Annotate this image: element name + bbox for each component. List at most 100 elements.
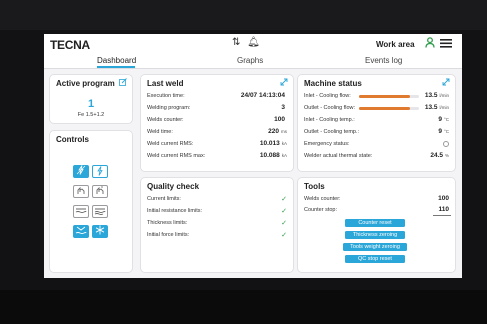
- current-limits-row: Current limits: ✓: [147, 195, 287, 205]
- value-text: 10.088: [259, 152, 280, 159]
- outlet-cooling-flow-row: Outlet - Cooling flow: 13.5 l/min: [304, 104, 449, 114]
- outlet-flow-bar: [359, 107, 419, 110]
- sort-icon[interactable]: ⇅: [232, 37, 240, 48]
- gripper-off-icon[interactable]: [73, 185, 89, 198]
- weld-disable-toggle-icon[interactable]: [73, 165, 89, 178]
- tab-graphs[interactable]: Graphs: [237, 56, 263, 65]
- value-unit: ms: [281, 129, 287, 134]
- row-label: Outlet - Cooling flow:: [304, 105, 356, 111]
- program-number: 1: [87, 98, 95, 110]
- row-value: 10.088 kA: [260, 152, 287, 159]
- row-label: Welds counter:: [304, 196, 341, 202]
- expand-icon[interactable]: [442, 78, 450, 88]
- tecna-logo: TECNA: [50, 38, 90, 52]
- header-icons: ⇅ 🔔︎: [232, 37, 264, 48]
- hmi-screen: TECNA ⇅ 🔔︎ Work area Dashboard Graphs Ev…: [44, 34, 462, 278]
- counter-stop-row: Counter stop: 110: [304, 206, 451, 216]
- tools-weight-zeroing-button[interactable]: Tools weight zeroing: [343, 243, 407, 251]
- row-label: Inlet - Cooling temp.:: [304, 117, 355, 123]
- value-unit: %: [444, 153, 449, 158]
- edit-icon[interactable]: [119, 78, 127, 88]
- snowflake-icon[interactable]: [92, 225, 108, 238]
- value-text: 24.5: [430, 152, 443, 159]
- value-text: 13.5: [424, 92, 438, 99]
- check-icon: ✓: [281, 220, 287, 227]
- row-label: Weld current RMS max:: [147, 153, 206, 159]
- row-value: 13.5 l/min: [425, 92, 449, 99]
- thermal-state-row: Welder actual thermal state: 24.5%: [304, 152, 449, 162]
- value-unit: °C: [443, 129, 449, 134]
- controls-card: Controls: [49, 130, 133, 273]
- row-label: Counter stop:: [304, 207, 338, 213]
- row-value: 24.5%: [430, 152, 449, 159]
- value-unit: l/min: [439, 105, 449, 110]
- thickness-zeroing-button[interactable]: Thickness zeroing: [345, 231, 405, 239]
- cooling-on-icon[interactable]: [92, 205, 108, 218]
- user-icon[interactable]: [425, 37, 435, 51]
- controls-title: Controls: [56, 135, 89, 144]
- cooling-off-icon[interactable]: [73, 205, 89, 218]
- active-program-title: Active program: [56, 79, 115, 88]
- row-value: 9 °C: [438, 116, 449, 123]
- bell-icon[interactable]: 🔔︎: [247, 37, 260, 48]
- row-label: Welds counter:: [147, 117, 184, 123]
- counter-stop-underline: [433, 215, 451, 216]
- tools-title: Tools: [304, 182, 325, 191]
- row-label: Initial resistance limits:: [147, 208, 203, 214]
- machine-status-title: Machine status: [304, 79, 362, 88]
- value-text: 220: [268, 128, 279, 135]
- tab-events-log[interactable]: Events log: [365, 56, 402, 65]
- weld-enable-toggle-icon[interactable]: [92, 165, 108, 178]
- value-text: 9: [438, 128, 442, 135]
- row-label: Execution time:: [147, 93, 185, 99]
- row-value: 100: [438, 195, 449, 202]
- row-label: Inlet - Cooling flow:: [304, 93, 351, 99]
- last-weld-title: Last weld: [147, 79, 184, 88]
- top-bar: TECNA ⇅ 🔔︎ Work area Dashboard Graphs Ev…: [44, 34, 462, 69]
- value-unit: kA: [281, 153, 287, 158]
- inlet-flow-fill: [359, 95, 410, 98]
- row-label: Initial force limits:: [147, 232, 190, 238]
- device-frame: TECNA ⇅ 🔔︎ Work area Dashboard Graphs Ev…: [0, 0, 487, 324]
- program-name: Fe 1.5+1.2: [77, 112, 105, 118]
- row-label: Weld time:: [147, 129, 173, 135]
- value-unit: kA: [281, 141, 287, 146]
- tools-welds-counter-row: Welds counter: 100: [304, 195, 449, 205]
- value-unit: l/min: [439, 93, 449, 98]
- emergency-status-row: Emergency status:: [304, 140, 449, 150]
- water-off-icon[interactable]: [73, 225, 89, 238]
- hamburger-menu-icon[interactable]: [440, 37, 452, 51]
- machine-status-card: Machine status Inlet - Cooling flow: 13.…: [297, 74, 456, 172]
- row-value: 3: [281, 104, 287, 111]
- quality-check-title: Quality check: [147, 182, 200, 191]
- row-value: 24/07 14:13:04: [241, 92, 287, 99]
- work-area-button[interactable]: Work area: [376, 40, 415, 49]
- active-program-card[interactable]: Active program 1 Fe 1.5+1.2: [49, 74, 133, 124]
- weld-current-rms-max-row: Weld current RMS max: 10.088 kA: [147, 152, 287, 162]
- row-value: 9 °C: [438, 128, 449, 135]
- emergency-status-indicator: [443, 141, 449, 147]
- row-value: 10.013 kA: [260, 140, 287, 147]
- row-label: Weld current RMS:: [147, 141, 194, 147]
- row-value: 220 ms: [268, 128, 287, 135]
- expand-icon[interactable]: [280, 78, 288, 88]
- row-label: Welding program:: [147, 105, 191, 111]
- counter-stop-input[interactable]: 110: [439, 206, 450, 213]
- value-text: 24/07 14:13:04: [240, 92, 285, 99]
- value-text: 9: [438, 116, 442, 123]
- weld-current-rms-row: Weld current RMS: 10.013 kA: [147, 140, 287, 150]
- counter-reset-button[interactable]: Counter reset: [345, 219, 405, 227]
- gripper-on-icon[interactable]: [92, 185, 108, 198]
- qc-stop-reset-button[interactable]: QC stop reset: [345, 255, 405, 263]
- row-label: Welder actual thermal state:: [304, 153, 373, 159]
- row-label: Outlet - Cooling temp.:: [304, 129, 360, 135]
- tools-card: Tools Welds counter: 100 Counter stop: 110…: [297, 177, 456, 273]
- row-value: 100: [274, 116, 287, 123]
- welds-counter-row: Welds counter: 100: [147, 116, 287, 126]
- tab-dashboard[interactable]: Dashboard: [97, 56, 136, 65]
- quality-check-card: Quality check Current limits: ✓ Initial r…: [140, 177, 294, 273]
- thickness-limits-row: Thickness limits: ✓: [147, 219, 287, 229]
- outlet-flow-fill: [359, 107, 410, 110]
- value-text: 3: [281, 104, 285, 111]
- outlet-cooling-temp-row: Outlet - Cooling temp.: 9 °C: [304, 128, 449, 138]
